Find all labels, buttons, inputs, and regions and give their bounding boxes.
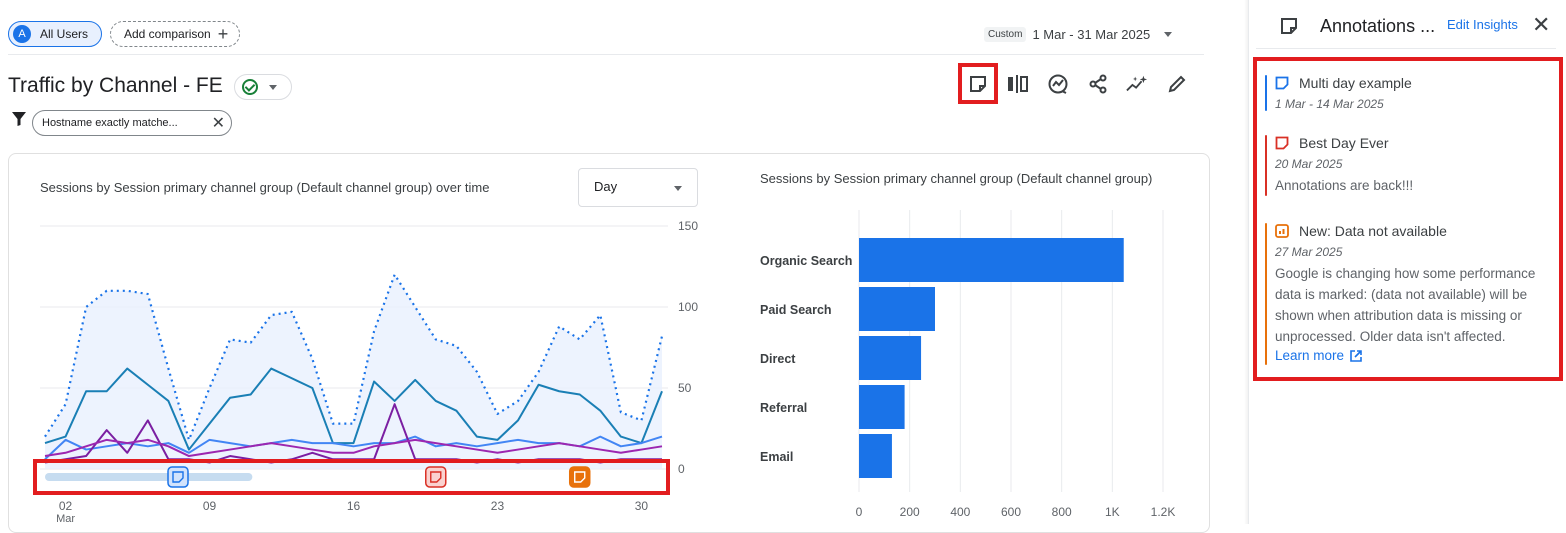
segment-label: All Users bbox=[40, 27, 89, 41]
x-tick-sublabel: Mar bbox=[56, 513, 75, 524]
bar bbox=[859, 238, 1124, 282]
x-tick-label: 1.2K bbox=[1151, 505, 1176, 519]
line-chart-title: Sessions by Session primary channel grou… bbox=[40, 180, 490, 195]
x-tick-label: 16 bbox=[347, 499, 361, 513]
header-divider bbox=[8, 54, 1204, 55]
x-tick-label: 200 bbox=[900, 505, 920, 519]
bar bbox=[859, 434, 892, 478]
bar-chart: 0 200 400 600 800 1K 1.2K Organic Search Paid Se… bbox=[760, 210, 1176, 519]
compare-columns-icon[interactable] bbox=[1007, 72, 1029, 96]
granularity-value: Day bbox=[594, 179, 618, 194]
category-label: Email bbox=[760, 450, 793, 464]
annotations-list-highlight bbox=[1253, 57, 1563, 381]
bar-chart-title: Sessions by Session primary channel grou… bbox=[760, 171, 1153, 186]
plus-icon: + bbox=[217, 24, 229, 44]
page-title: Traffic by Channel - FE bbox=[8, 74, 223, 97]
date-range-value: 1 Mar - 31 Mar 2025 bbox=[1032, 26, 1151, 42]
add-comparison-button[interactable]: Add comparison + bbox=[110, 21, 240, 47]
filter-chip[interactable]: Hostname exactly matche... ✕ bbox=[32, 110, 232, 136]
edit-pencil-icon[interactable] bbox=[1166, 72, 1188, 96]
close-icon[interactable]: ✕ bbox=[1532, 12, 1550, 38]
x-tick-label: 02 bbox=[59, 499, 73, 513]
add-comparison-label: Add comparison bbox=[124, 27, 211, 41]
chevron-down-icon bbox=[674, 186, 682, 191]
date-range-picker[interactable]: Custom 1 Mar - 31 Mar 2025 bbox=[984, 24, 1173, 44]
category-label: Organic Search bbox=[760, 254, 852, 268]
comparison-area bbox=[45, 274, 662, 469]
annotation-markers-highlight bbox=[33, 459, 670, 495]
granularity-select[interactable]: Day bbox=[578, 168, 698, 207]
x-tick-label: 0 bbox=[856, 505, 863, 519]
edit-insights-link[interactable]: Edit Insights bbox=[1447, 17, 1518, 32]
filter-chip-label: Hostname exactly matche... bbox=[42, 117, 178, 129]
segment-chip-all-users[interactable]: A All Users bbox=[8, 21, 102, 47]
y-tick-label: 50 bbox=[678, 381, 692, 395]
y-tick-label: 100 bbox=[678, 300, 698, 314]
sidebar-header: Annotations ... bbox=[1279, 14, 1435, 38]
x-tick-label: 30 bbox=[635, 499, 649, 513]
report-status-dropdown[interactable] bbox=[234, 74, 292, 100]
x-tick-label: 600 bbox=[1001, 505, 1021, 519]
bar bbox=[859, 336, 922, 380]
date-range-tag: Custom bbox=[984, 26, 1027, 42]
x-tick-label: 1K bbox=[1105, 505, 1120, 519]
note-icon bbox=[1281, 18, 1297, 34]
bar bbox=[859, 385, 905, 429]
filter-icon bbox=[12, 112, 26, 126]
report-area: A All Users Add comparison + Custom 1 Ma… bbox=[0, 0, 1248, 533]
check-circle-icon bbox=[242, 79, 258, 95]
x-tick-label: 800 bbox=[1052, 505, 1072, 519]
share-icon[interactable] bbox=[1087, 72, 1109, 96]
category-label: Direct bbox=[760, 352, 796, 366]
close-icon[interactable]: ✕ bbox=[212, 113, 225, 133]
x-tick-label: 400 bbox=[950, 505, 970, 519]
annotation-button-highlight bbox=[958, 63, 998, 104]
sparkle-insights-icon[interactable] bbox=[1126, 72, 1148, 96]
y-tick-label: 150 bbox=[678, 219, 698, 233]
chevron-down-icon bbox=[1164, 31, 1173, 37]
x-tick-label: 23 bbox=[491, 499, 505, 513]
sidebar-divider bbox=[1256, 48, 1556, 49]
chevron-down-icon bbox=[269, 84, 277, 90]
sidebar-title: Annotations ... bbox=[1320, 15, 1436, 36]
segment-avatar: A bbox=[13, 25, 31, 43]
y-tick-label: 0 bbox=[678, 462, 685, 476]
insights-icon[interactable] bbox=[1047, 72, 1069, 96]
category-label: Referral bbox=[760, 401, 807, 415]
bar bbox=[859, 287, 935, 331]
category-label: Paid Search bbox=[760, 303, 832, 317]
x-tick-label: 09 bbox=[203, 499, 217, 513]
